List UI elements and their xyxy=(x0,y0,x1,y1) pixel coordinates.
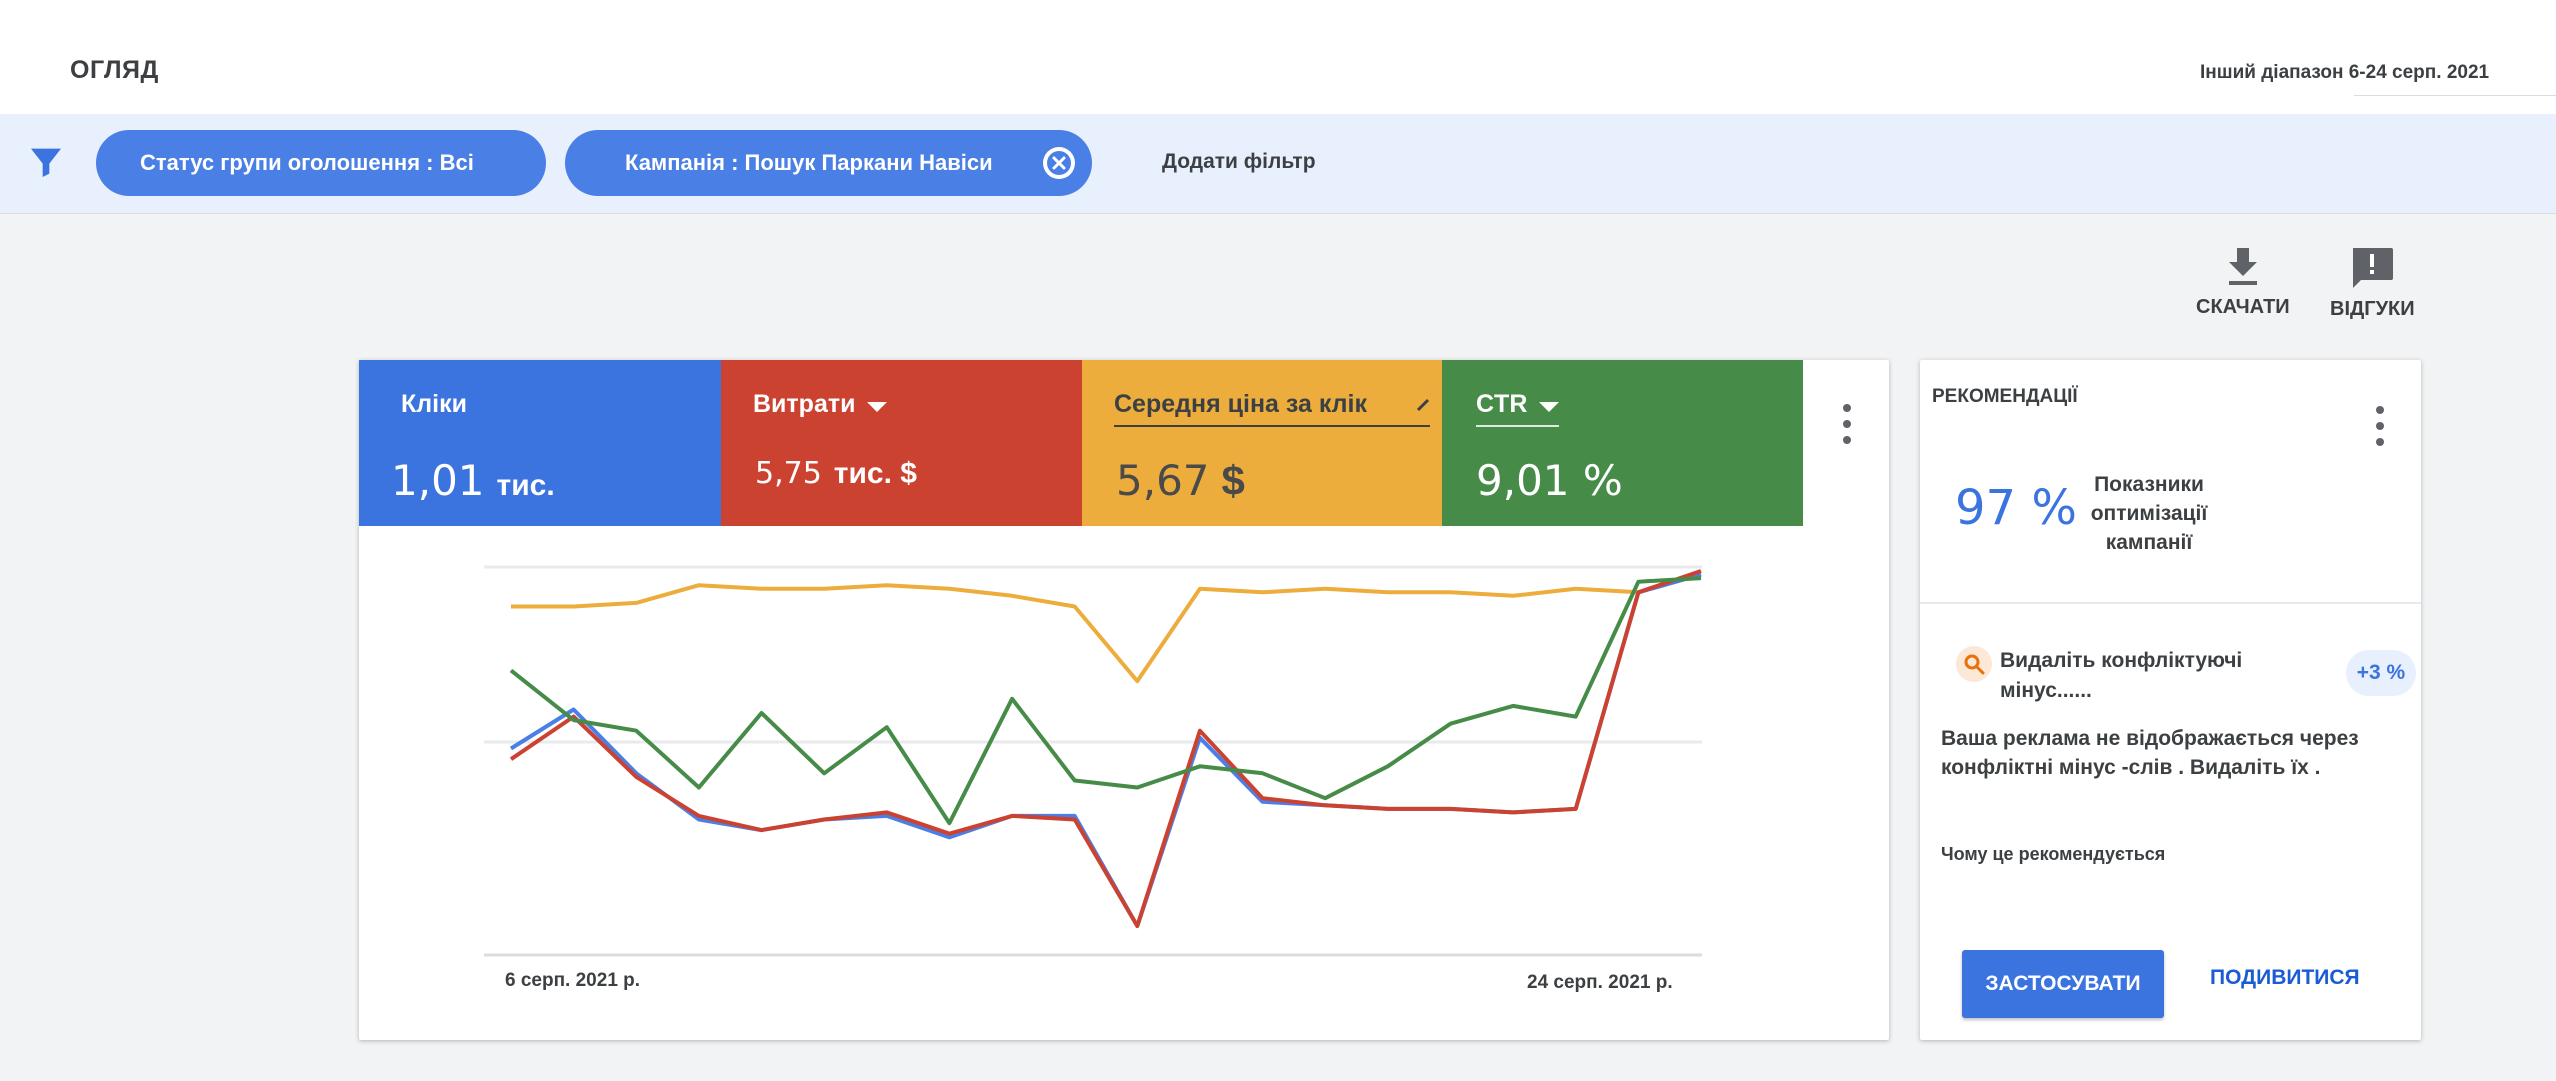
metric-tile-cost[interactable]: Витрати 5,75 тис. $ xyxy=(721,360,1082,526)
add-filter-button[interactable]: Додати фільтр xyxy=(1162,150,1316,174)
filter-icon[interactable] xyxy=(26,142,66,182)
divider xyxy=(1920,602,2421,604)
recommendation-description: Ваша реклама не відображається через кон… xyxy=(1941,727,2359,779)
metric-unit: тис. $ xyxy=(833,457,917,490)
download-icon xyxy=(2228,248,2257,285)
filter-chip-label: Кампанія : Пошук Паркани Навіси xyxy=(625,150,993,175)
feedback-button[interactable]: ВІДГУКИ xyxy=(2330,246,2415,321)
dropdown-caret-icon xyxy=(1539,401,1560,412)
page-header: ОГЛЯД Інший діапазон 6-24 серп. 2021 xyxy=(0,0,2556,114)
performance-chart xyxy=(484,565,1702,957)
series-line-2 xyxy=(509,569,1702,928)
metric-number: 5,75 xyxy=(755,456,822,491)
download-button[interactable]: СКАЧАТИ xyxy=(2196,246,2290,319)
feedback-label: ВІДГУКИ xyxy=(2330,298,2415,320)
metric-label: CTR xyxy=(1476,390,1528,418)
metric-label: Кліки xyxy=(401,390,467,418)
dropdown-caret-icon xyxy=(867,401,888,412)
recommendations-title: РЕКОМЕНДАЦІЇ xyxy=(1932,386,2078,407)
performance-card: Кліки 1,01 тис. Витрати 5,75 тис. $ Сере… xyxy=(359,360,1889,1040)
date-range-underline xyxy=(2354,95,2556,96)
edit-icon xyxy=(1416,398,1430,411)
metric-label: Середня ціна за клік xyxy=(1114,390,1368,418)
metric-value: 5,75 тис. $ xyxy=(755,456,917,491)
recommendations-card: РЕКОМЕНДАЦІЇ 97 % Показники оптимізації … xyxy=(1920,360,2421,1040)
x-axis-end-label: 24 серп. 2021 р. xyxy=(1527,972,1673,993)
metric-tile-clicks[interactable]: Кліки 1,01 тис. xyxy=(359,360,721,526)
metric-number: 5,67 xyxy=(1116,456,1210,505)
download-label: СКАЧАТИ xyxy=(2196,296,2290,318)
metric-value: 1,01 тис. xyxy=(391,456,555,505)
more-options-icon[interactable] xyxy=(1843,404,1851,444)
filter-chip-label: Статус групи оголошення : Всі xyxy=(140,150,474,175)
series-line-0 xyxy=(511,572,1702,684)
metric-label-wrap[interactable]: Середня ціна за клік xyxy=(1114,390,1430,427)
metric-value: 9,01 % xyxy=(1476,456,1623,505)
more-options-icon[interactable] xyxy=(2376,406,2384,446)
metric-value: 5,67 $ xyxy=(1116,456,1245,505)
metric-tile-ctr[interactable]: CTR 9,01 % xyxy=(1442,360,1803,526)
page-title: ОГЛЯД xyxy=(70,56,159,84)
metric-tile-avg-cpc[interactable]: Середня ціна за клік 5,67 $ xyxy=(1082,360,1442,526)
optimization-score-label: Показники оптимізації кампанії xyxy=(2090,473,2208,554)
x-axis-start-label: 6 серп. 2021 р. xyxy=(505,970,641,991)
feedback-icon xyxy=(2353,248,2394,288)
filter-chip-ad-group-status[interactable]: Статус групи оголошення : Всі xyxy=(96,130,546,196)
recommendation-title[interactable]: Видаліть конфліктуючі мінус...... xyxy=(2000,646,2300,706)
series-line-3 xyxy=(509,576,1702,826)
filter-bar: Статус групи оголошення : Всі Кампанія :… xyxy=(0,114,2556,214)
metric-unit: тис. xyxy=(496,469,555,502)
metric-unit: $ xyxy=(1221,457,1245,504)
search-icon xyxy=(1956,646,1992,682)
why-recommended-link[interactable]: Чому це рекомендується xyxy=(1941,844,2165,865)
date-range-selector[interactable]: Інший діапазон 6-24 серп. 2021 xyxy=(2200,62,2489,84)
metric-label-wrap[interactable]: CTR xyxy=(1476,390,1560,427)
view-button[interactable]: ПОДИВИТИСЯ xyxy=(2210,966,2360,990)
filter-chip-campaign[interactable]: Кампанія : Пошук Паркани Навіси xyxy=(565,130,1092,196)
metric-number: 1,01 xyxy=(391,456,485,505)
metric-number: 9,01 % xyxy=(1476,456,1623,505)
optimization-score: 97 % xyxy=(1955,480,2077,536)
metric-label: Витрати xyxy=(753,390,856,418)
score-uplift-badge: +3 % xyxy=(2346,650,2416,696)
metric-label-wrap[interactable]: Витрати xyxy=(753,390,888,419)
apply-button[interactable]: ЗАСТОСУВАТИ xyxy=(1962,950,2164,1018)
close-icon[interactable] xyxy=(1042,146,1076,180)
